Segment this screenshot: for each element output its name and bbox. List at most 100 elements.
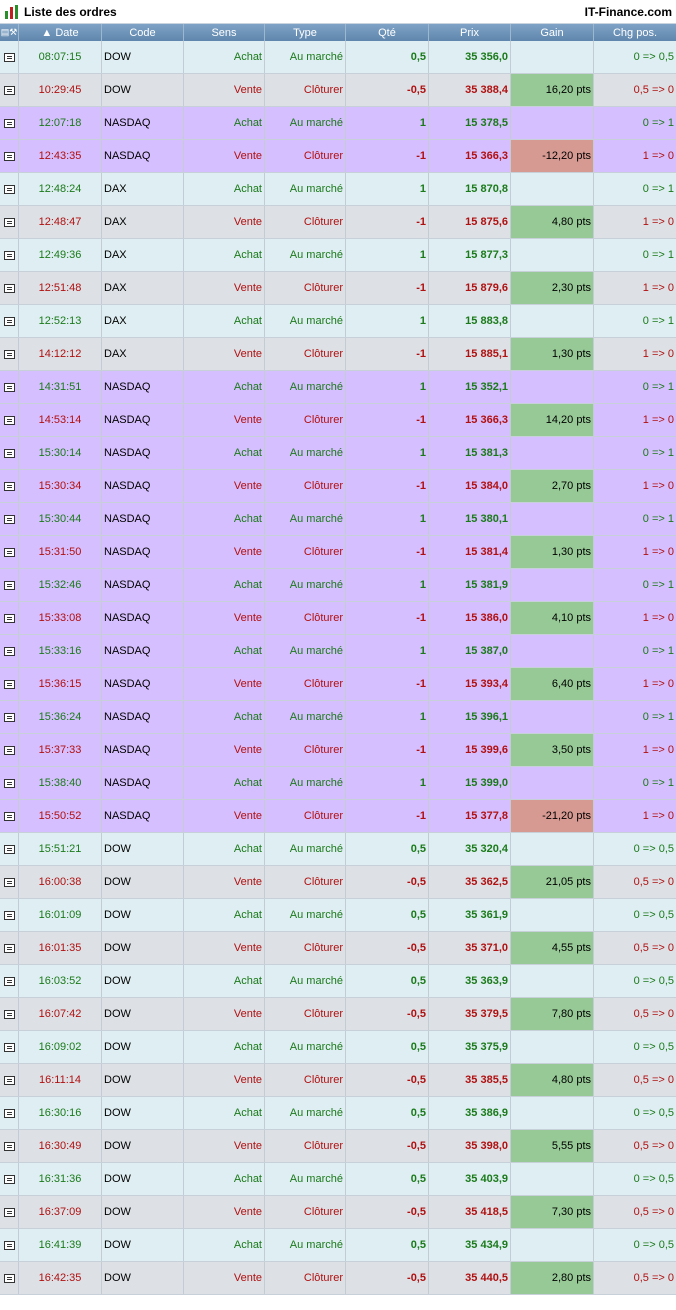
document-icon[interactable] [3, 1009, 15, 1019]
header-sens[interactable]: Sens [184, 24, 265, 41]
document-icon[interactable] [3, 283, 15, 293]
row-detail-icon[interactable] [0, 734, 19, 766]
table-row[interactable]: 15:37:33 NASDAQ Vente Clôturer -1 15 399,6 3,5… [0, 734, 676, 767]
row-detail-icon[interactable] [0, 239, 19, 271]
document-icon[interactable] [3, 943, 15, 953]
row-detail-icon[interactable] [0, 536, 19, 568]
table-row[interactable]: 16:07:42 DOW Vente Clôturer -0,5 35 379,5 7,80… [0, 998, 676, 1031]
table-row[interactable]: 12:49:36 DAX Achat Au marché 1 15 877,3 0 => 1 [0, 239, 676, 272]
document-icon[interactable] [3, 976, 15, 986]
row-detail-icon[interactable] [0, 1097, 19, 1129]
table-row[interactable]: 15:51:21 DOW Achat Au marché 0,5 35 320,4 0 =>… [0, 833, 676, 866]
row-detail-icon[interactable] [0, 800, 19, 832]
document-icon[interactable] [3, 217, 15, 227]
row-detail-icon[interactable] [0, 1064, 19, 1096]
table-row[interactable]: 16:01:09 DOW Achat Au marché 0,5 35 361,9 0 =>… [0, 899, 676, 932]
document-icon[interactable] [3, 877, 15, 887]
row-detail-icon[interactable] [0, 437, 19, 469]
table-row[interactable]: 14:53:14 NASDAQ Vente Clôturer -1 15 366,3 14,… [0, 404, 676, 437]
row-detail-icon[interactable] [0, 404, 19, 436]
row-detail-icon[interactable] [0, 371, 19, 403]
row-detail-icon[interactable] [0, 470, 19, 502]
table-row[interactable]: 15:33:16 NASDAQ Achat Au marché 1 15 387,0 0 =… [0, 635, 676, 668]
document-icon[interactable] [3, 382, 15, 392]
table-row[interactable]: 12:43:35 NASDAQ Vente Clôturer -1 15 366,3 -12… [0, 140, 676, 173]
table-row[interactable]: 16:11:14 DOW Vente Clôturer -0,5 35 385,5 4,80… [0, 1064, 676, 1097]
table-row[interactable]: 15:50:52 NASDAQ Vente Clôturer -1 15 377,8 -21… [0, 800, 676, 833]
table-row[interactable]: 12:48:24 DAX Achat Au marché 1 15 870,8 0 => 1 [0, 173, 676, 206]
header-type[interactable]: Type [265, 24, 346, 41]
table-row[interactable]: 10:29:45 DOW Vente Clôturer -0,5 35 388,4 16,2… [0, 74, 676, 107]
document-icon[interactable] [3, 910, 15, 920]
document-icon[interactable] [3, 844, 15, 854]
document-icon[interactable] [3, 745, 15, 755]
header-gain[interactable]: Gain [511, 24, 594, 41]
document-icon[interactable] [3, 646, 15, 656]
document-icon[interactable] [3, 778, 15, 788]
table-row[interactable]: 16:42:35 DOW Vente Clôturer -0,5 35 440,5 2,80… [0, 1262, 676, 1295]
table-row[interactable]: 15:30:34 NASDAQ Vente Clôturer -1 15 384,0 2,7… [0, 470, 676, 503]
header-qty[interactable]: Qté [346, 24, 429, 41]
header-tools[interactable]: ▤ ⚒ [0, 24, 19, 41]
document-icon[interactable] [3, 481, 15, 491]
document-icon[interactable] [3, 118, 15, 128]
document-icon[interactable] [3, 349, 15, 359]
table-row[interactable]: 15:36:15 NASDAQ Vente Clôturer -1 15 393,4 6,4… [0, 668, 676, 701]
table-row[interactable]: 16:01:35 DOW Vente Clôturer -0,5 35 371,0 4,55… [0, 932, 676, 965]
document-icon[interactable] [3, 85, 15, 95]
document-icon[interactable] [3, 1273, 15, 1283]
row-detail-icon[interactable] [0, 1262, 19, 1294]
document-icon[interactable] [3, 448, 15, 458]
table-row[interactable]: 16:09:02 DOW Achat Au marché 0,5 35 375,9 0 =>… [0, 1031, 676, 1064]
document-icon[interactable] [3, 151, 15, 161]
row-detail-icon[interactable] [0, 41, 19, 73]
header-price[interactable]: Prix [429, 24, 511, 41]
table-row[interactable]: 16:30:49 DOW Vente Clôturer -0,5 35 398,0 5,55… [0, 1130, 676, 1163]
row-detail-icon[interactable] [0, 338, 19, 370]
row-detail-icon[interactable] [0, 503, 19, 535]
row-detail-icon[interactable] [0, 1130, 19, 1162]
document-icon[interactable] [3, 316, 15, 326]
row-detail-icon[interactable] [0, 305, 19, 337]
table-row[interactable]: 12:07:18 NASDAQ Achat Au marché 1 15 378,5 0 =… [0, 107, 676, 140]
row-detail-icon[interactable] [0, 74, 19, 106]
row-detail-icon[interactable] [0, 899, 19, 931]
row-detail-icon[interactable] [0, 932, 19, 964]
row-detail-icon[interactable] [0, 1031, 19, 1063]
row-detail-icon[interactable] [0, 668, 19, 700]
document-icon[interactable] [3, 1174, 15, 1184]
table-row[interactable]: 15:31:50 NASDAQ Vente Clôturer -1 15 381,4 1,3… [0, 536, 676, 569]
document-icon[interactable] [3, 613, 15, 623]
table-row[interactable]: 15:30:14 NASDAQ Achat Au marché 1 15 381,3 0 =… [0, 437, 676, 470]
header-chg-pos[interactable]: Chg pos. [594, 24, 676, 41]
document-icon[interactable] [3, 514, 15, 524]
table-row[interactable]: 16:30:16 DOW Achat Au marché 0,5 35 386,9 0 =>… [0, 1097, 676, 1130]
document-icon[interactable] [3, 547, 15, 557]
list-icon[interactable]: ▤ [1, 27, 10, 38]
table-row[interactable]: 08:07:15 DOW Achat Au marché 0,5 35 356,0 0 =>… [0, 41, 676, 74]
row-detail-icon[interactable] [0, 569, 19, 601]
row-detail-icon[interactable] [0, 998, 19, 1030]
table-row[interactable]: 15:32:46 NASDAQ Achat Au marché 1 15 381,9 0 =… [0, 569, 676, 602]
row-detail-icon[interactable] [0, 833, 19, 865]
header-date[interactable]: ▲ Date [19, 24, 102, 41]
table-row[interactable]: 15:36:24 NASDAQ Achat Au marché 1 15 396,1 0 =… [0, 701, 676, 734]
document-icon[interactable] [3, 1075, 15, 1085]
document-icon[interactable] [3, 1240, 15, 1250]
row-detail-icon[interactable] [0, 206, 19, 238]
document-icon[interactable] [3, 712, 15, 722]
document-icon[interactable] [3, 1042, 15, 1052]
document-icon[interactable] [3, 679, 15, 689]
table-row[interactable]: 12:52:13 DAX Achat Au marché 1 15 883,8 0 => 1 [0, 305, 676, 338]
row-detail-icon[interactable] [0, 1229, 19, 1261]
row-detail-icon[interactable] [0, 173, 19, 205]
row-detail-icon[interactable] [0, 767, 19, 799]
table-row[interactable]: 16:41:39 DOW Achat Au marché 0,5 35 434,9 0 =>… [0, 1229, 676, 1262]
table-row[interactable]: 12:48:47 DAX Vente Clôturer -1 15 875,6 4,80 p… [0, 206, 676, 239]
row-detail-icon[interactable] [0, 272, 19, 304]
row-detail-icon[interactable] [0, 635, 19, 667]
row-detail-icon[interactable] [0, 866, 19, 898]
document-icon[interactable] [3, 580, 15, 590]
row-detail-icon[interactable] [0, 602, 19, 634]
row-detail-icon[interactable] [0, 107, 19, 139]
